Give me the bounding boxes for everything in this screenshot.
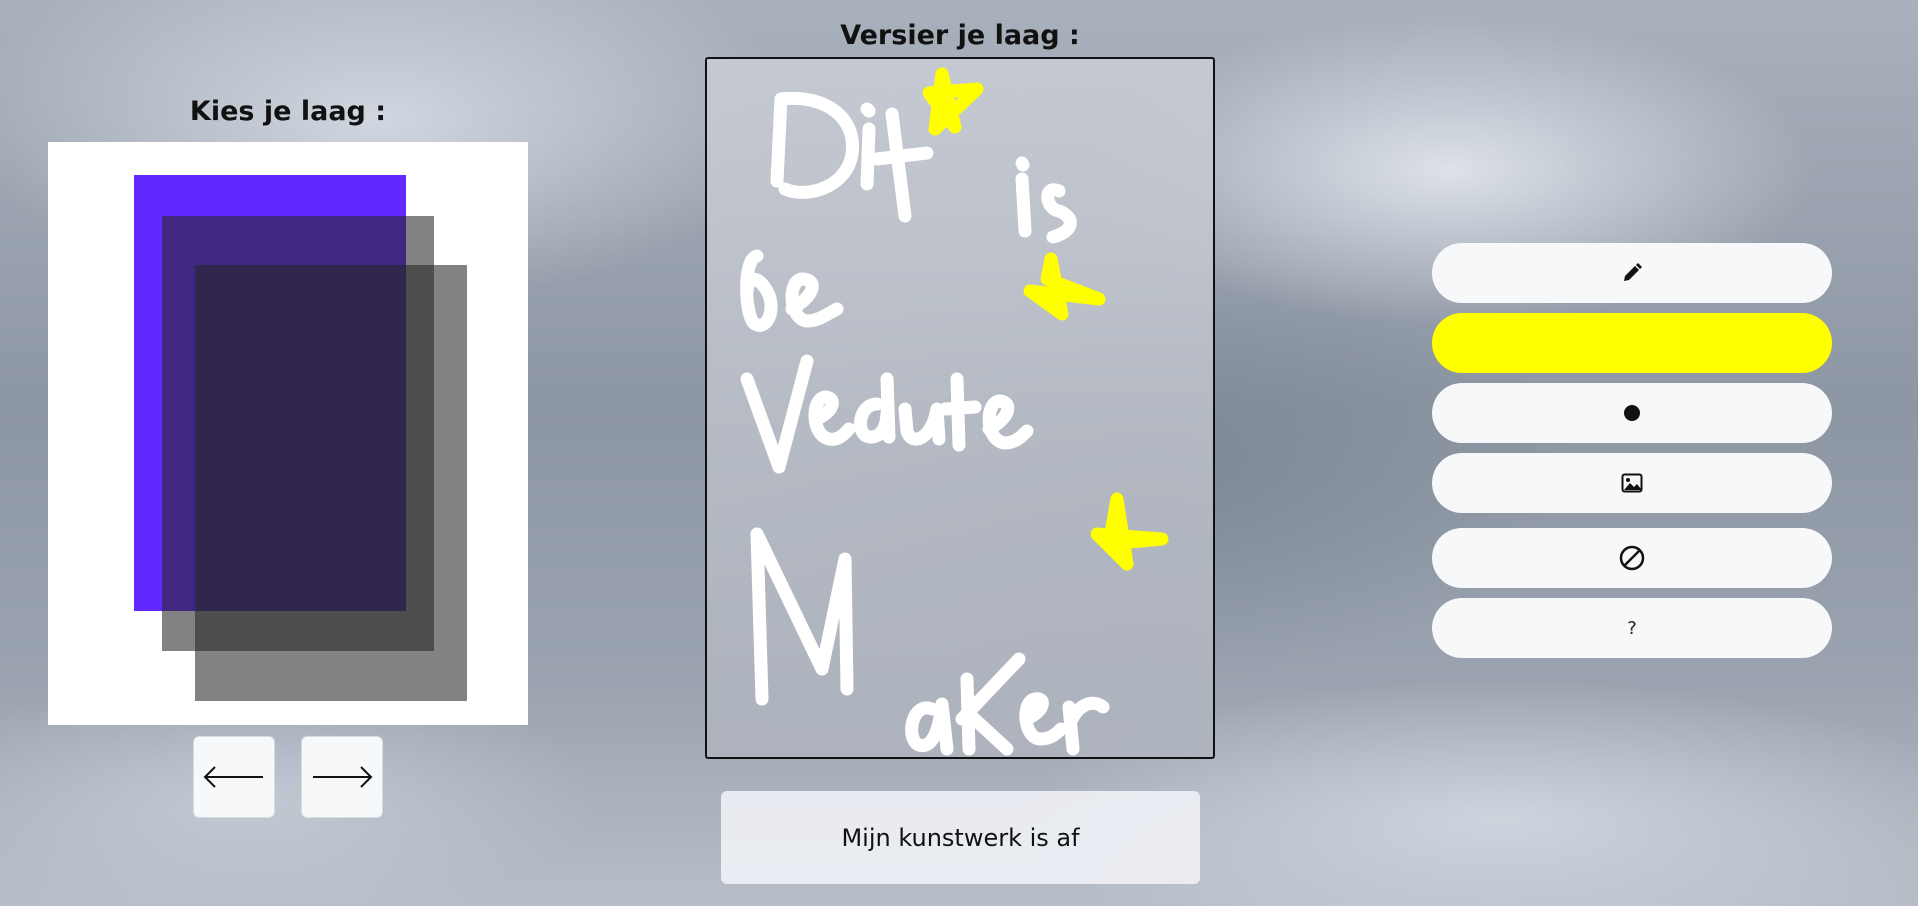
arrow-left-icon	[203, 766, 263, 788]
ban-icon	[1619, 545, 1645, 571]
freehand-drawing	[740, 67, 1169, 756]
add-image-button[interactable]	[1432, 453, 1832, 513]
layer-preview-panel	[48, 142, 528, 725]
layer-3[interactable]	[195, 265, 467, 701]
drawing-canvas[interactable]	[705, 57, 1215, 759]
decorate-layer-heading: Versier je laag :	[840, 20, 1080, 51]
arrow-right-icon	[313, 766, 373, 788]
pencil-tool-button[interactable]	[1432, 243, 1832, 303]
choose-layer-heading: Kies je laag :	[189, 96, 387, 127]
help-button[interactable]: ?	[1432, 598, 1832, 658]
dot-icon	[1624, 405, 1640, 421]
color-picker-button[interactable]	[1432, 313, 1832, 373]
previous-layer-button[interactable]	[193, 736, 275, 818]
clear-layer-button[interactable]	[1432, 528, 1832, 588]
next-layer-button[interactable]	[301, 736, 383, 818]
finish-artwork-button[interactable]: Mijn kunstwerk is af	[721, 791, 1200, 884]
brush-size-button[interactable]	[1432, 383, 1832, 443]
image-icon	[1621, 473, 1643, 493]
pencil-icon	[1624, 263, 1642, 281]
